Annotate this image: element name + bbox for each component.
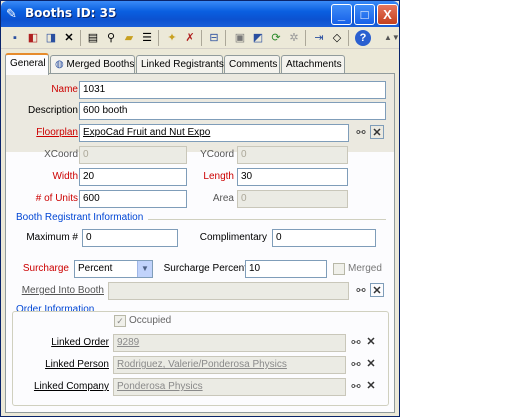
registrant-group-line — [148, 219, 386, 220]
area-field: 0 — [237, 190, 348, 208]
toolbar-separator — [80, 30, 81, 46]
clear-icon[interactable]: ✕ — [364, 357, 378, 371]
complimentary-label: Complimentary — [199, 232, 267, 243]
tab-attachments[interactable]: Attachments — [281, 55, 345, 74]
tools-icon[interactable]: ✗ — [182, 30, 198, 46]
toolbar-overflow-icon[interactable]: ▲▼ — [384, 30, 400, 46]
binoculars-icon[interactable]: ⚯ — [349, 358, 363, 372]
surcharge-selected-value: Percent — [78, 263, 113, 274]
floorplan-field[interactable]: ExpoCad Fruit and Nut Expo — [79, 124, 349, 142]
print-icon[interactable]: ▤ — [85, 30, 101, 46]
floorplan-link[interactable]: Floorplan — [36, 127, 78, 138]
linked-person-field: Rodriguez, Valerie/Ponderosa Physics — [113, 356, 346, 374]
linked-order-field: 9289 — [113, 334, 346, 352]
binoculars-icon[interactable]: ⚯ — [354, 126, 368, 140]
linked-person-link[interactable]: Linked Person — [45, 359, 109, 370]
area-label: Area — [212, 193, 234, 204]
save-new-icon[interactable]: ◨ — [43, 30, 59, 46]
maximum-label: Maximum # — [26, 232, 78, 243]
binoculars-icon[interactable]: ⚯ — [354, 284, 368, 298]
tab-linked-registrants[interactable]: Linked Registrants — [136, 55, 224, 74]
units-label: # of Units — [35, 193, 78, 204]
gear-icon[interactable]: ✲ — [286, 30, 302, 46]
length-label: Length — [203, 171, 234, 182]
minimize-button[interactable]: _ — [331, 4, 352, 25]
clear-icon[interactable]: ✕ — [364, 335, 378, 349]
save-icon[interactable]: ▪ — [7, 30, 23, 46]
new-icon[interactable]: ✦ — [164, 30, 180, 46]
complimentary-field[interactable]: 0 — [272, 229, 376, 247]
linked-company-link[interactable]: Linked Company — [34, 381, 109, 392]
ycoord-field: 0 — [237, 146, 348, 164]
length-field[interactable]: 30 — [237, 168, 348, 186]
units-field[interactable]: 600 — [79, 190, 187, 208]
description-field[interactable]: 600 booth — [79, 102, 386, 120]
window-title: Booths ID: 35 — [25, 6, 117, 20]
surcharge-select[interactable]: Percent ▼ — [74, 260, 153, 278]
help-icon[interactable]: ? — [355, 30, 371, 46]
clear-icon[interactable]: ✕ — [370, 283, 384, 297]
title-bar[interactable]: ✎ Booths ID: 35 _ □ X — [1, 1, 399, 27]
booth-app-icon: ✎ — [6, 6, 17, 21]
toolbar-separator — [201, 30, 202, 46]
tab-merged-booths[interactable]: ◍ Merged Booths — [50, 55, 135, 74]
tab-comments[interactable]: Comments — [224, 55, 280, 74]
surcharge-percent-label: Surcharge Percent — [163, 263, 247, 274]
clear-icon[interactable]: ✕ — [364, 379, 378, 393]
settings-icon[interactable]: ⟳ — [268, 30, 284, 46]
occupied-checkbox[interactable]: ✓ — [114, 315, 126, 327]
xcoord-label: XCoord — [44, 149, 78, 160]
delete-icon[interactable]: ✕ — [61, 30, 77, 46]
note-icon[interactable]: ◇ — [329, 30, 345, 46]
occupied-label: Occupied — [129, 315, 172, 326]
copy-icon[interactable]: ⊟ — [206, 30, 222, 46]
xcoord-field: 0 — [79, 146, 187, 164]
tab-general[interactable]: General — [5, 53, 49, 75]
general-panel: Name 1031 Description 600 booth Floorpla… — [5, 73, 395, 413]
surcharge-percent-field[interactable]: 10 — [245, 260, 327, 278]
merged-label: Merged — [348, 263, 382, 274]
linked-company-field: Ponderosa Physics — [113, 378, 346, 396]
toolbar-separator — [158, 30, 159, 46]
binoculars-icon[interactable]: ⚯ — [349, 336, 363, 350]
toolbar: ▪ ◧ ◨ ✕ ▤ ⚲ ▰ ☰ ✦ ✗ ⊟ ▣ ◩ ⟳ ✲ ⇥ ◇ ? ▲▼ — [1, 27, 400, 49]
merged-into-booth-link[interactable]: Merged Into Booth — [22, 285, 104, 296]
toolbar-separator — [305, 30, 306, 46]
name-label: Name — [51, 84, 78, 95]
list-icon[interactable]: ☰ — [139, 30, 155, 46]
toolbar-separator — [348, 30, 349, 46]
find-icon[interactable]: ⚲ — [103, 30, 119, 46]
save-close-icon[interactable]: ◧ — [25, 30, 41, 46]
toolbar-separator — [225, 30, 226, 46]
ycoord-label: YCoord — [200, 149, 234, 160]
merged-booths-icon: ◍ — [55, 59, 64, 70]
width-field[interactable]: 20 — [79, 168, 187, 186]
merged-into-booth-field — [108, 282, 349, 300]
description-label: Description — [27, 105, 78, 116]
window-icon[interactable]: ▣ — [232, 30, 248, 46]
close-button[interactable]: X — [377, 4, 398, 25]
linked-order-link[interactable]: Linked Order — [51, 337, 109, 348]
maximize-button[interactable]: □ — [354, 4, 375, 25]
width-label: Width — [52, 171, 78, 182]
clear-icon[interactable]: ✕ — [370, 125, 384, 139]
refresh-icon[interactable]: ◩ — [250, 30, 266, 46]
binoculars-icon[interactable]: ⚯ — [349, 380, 363, 394]
merged-checkbox[interactable] — [333, 263, 345, 275]
registrant-group-title: Booth Registrant Information — [16, 212, 144, 223]
booth-window: ✎ Booths ID: 35 _ □ X ▪ ◧ ◨ ✕ ▤ ⚲ ▰ ☰ ✦ … — [0, 0, 400, 417]
surcharge-label: Surcharge — [22, 263, 69, 274]
maximum-field[interactable]: 0 — [82, 229, 178, 247]
import-icon[interactable]: ⇥ — [311, 30, 327, 46]
chevron-down-icon[interactable]: ▼ — [137, 261, 152, 277]
name-field[interactable]: 1031 — [79, 81, 386, 99]
open-icon[interactable]: ▰ — [121, 30, 137, 46]
